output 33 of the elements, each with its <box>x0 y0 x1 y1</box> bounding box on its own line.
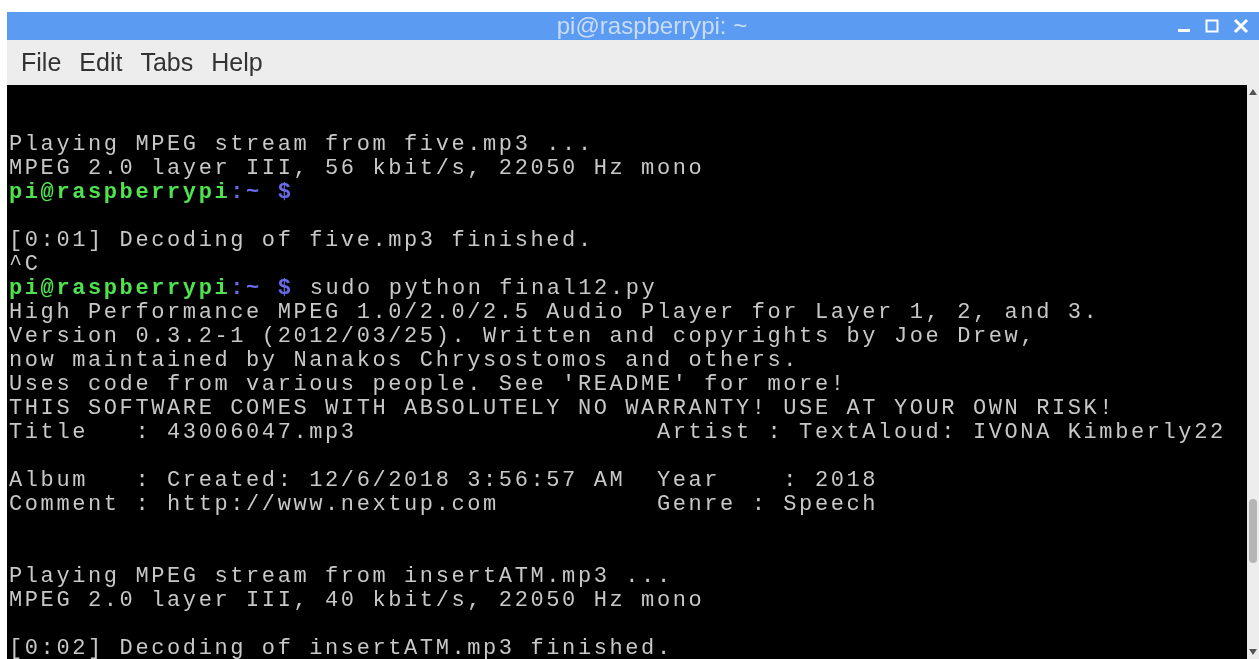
output-line: Title : 43006047.mp3 Artist : TextAloud: IVONA Kimberly22 <box>9 421 1226 445</box>
prompt-path: :~ <box>230 181 262 205</box>
output-line: Uses code from various people. See 'README' for more! <box>9 373 847 397</box>
output-line: [0:02] Decoding of insertATM.mp3 finished. <box>9 637 673 659</box>
output-line: now maintained by Nanakos Chrysostomos and others. <box>9 349 800 373</box>
prompt-symbol: $ <box>277 181 294 205</box>
prompt-user: pi@raspberrypi <box>9 181 231 205</box>
prompt-user: pi@raspberrypi <box>9 277 231 301</box>
menu-item[interactable]: Edit <box>71 44 131 81</box>
scrollbar[interactable] <box>1247 85 1259 659</box>
menu-item[interactable]: Tabs <box>132 44 202 81</box>
output-line: [0:01] Decoding of five.mp3 finished. <box>9 229 594 253</box>
command-text: sudo python final12.py <box>309 277 658 301</box>
scroll-thumb[interactable] <box>1249 499 1257 563</box>
prompt-symbol: $ <box>277 277 294 301</box>
output-line: Comment : http://www.nextup.com Genre : Speech <box>9 493 879 517</box>
maximize-icon[interactable] <box>1205 19 1219 33</box>
scroll-down-icon[interactable] <box>1249 649 1257 655</box>
output-line: High Performance MPEG 1.0/2.0/2.5 Audio Player for Layer 1, 2, and 3. <box>9 301 1100 325</box>
menu-item[interactable]: Help <box>203 44 271 81</box>
output-line: Playing MPEG stream from insertATM.mp3 ... <box>9 565 673 589</box>
output-line: Album : Created: 12/6/2018 3:56:57 AM Year : 2018 <box>9 469 879 493</box>
output-line: MPEG 2.0 layer III, 56 kbit/s, 22050 Hz mono <box>9 157 705 181</box>
output-line: Playing MPEG stream from five.mp3 ... <box>9 133 594 157</box>
output-line: Version 0.3.2-1 (2012/03/25). Written and copyrights by Joe Drew, <box>9 325 1037 349</box>
output-line: THIS SOFTWARE COMES WITH ABSOLUTELY NO WARRANTY! USE AT YOUR OWN RISK! <box>9 397 1116 421</box>
prompt-path: :~ <box>230 277 262 301</box>
close-icon[interactable] <box>1233 18 1249 34</box>
scroll-up-icon[interactable] <box>1249 89 1257 95</box>
output-line: MPEG 2.0 layer III, 40 kbit/s, 22050 Hz mono <box>9 589 705 613</box>
output-line: ^C <box>9 253 41 277</box>
window-title: pi@raspberrypi: ~ <box>555 12 749 40</box>
menu-item[interactable]: File <box>13 44 70 81</box>
